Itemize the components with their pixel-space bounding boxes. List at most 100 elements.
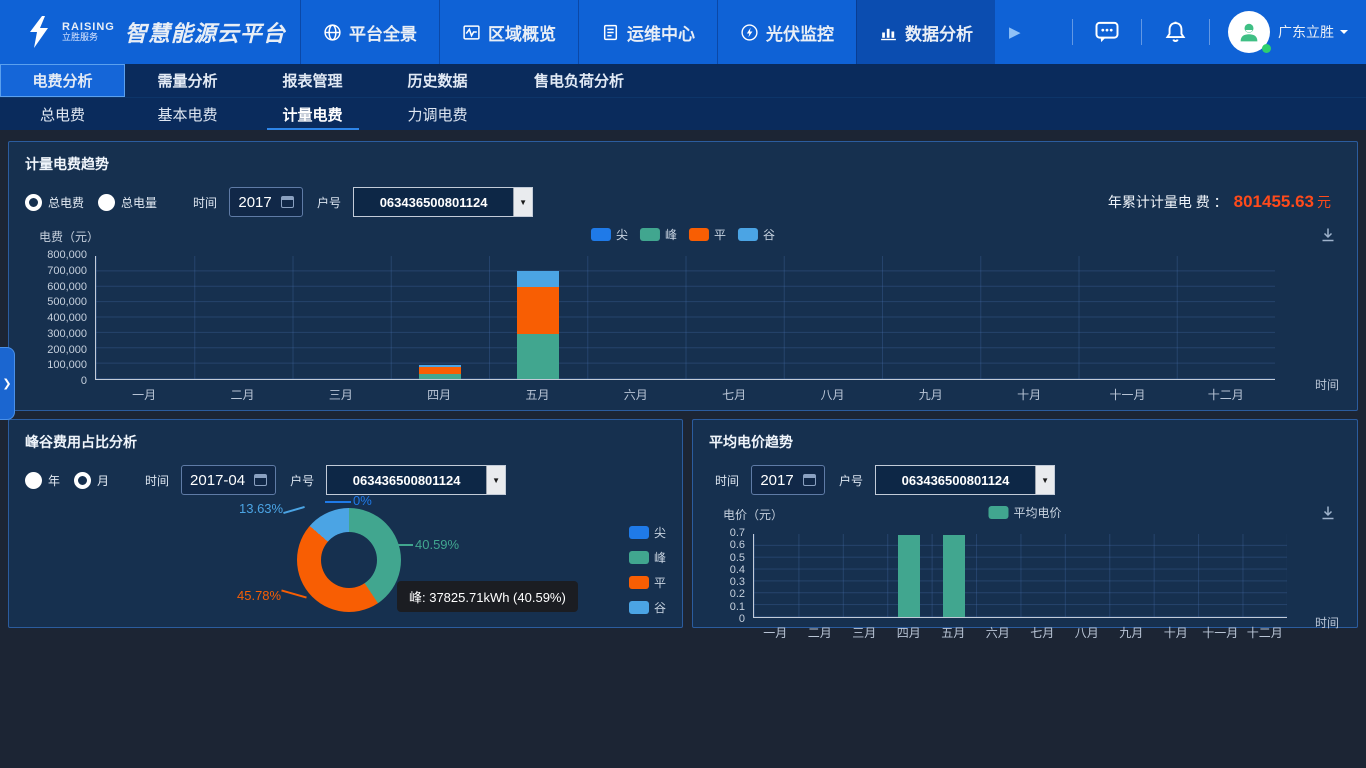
bar[interactable] bbox=[419, 256, 461, 379]
nav-item-ops-center[interactable]: 运维中心 bbox=[578, 0, 717, 64]
nav-item-pv-monitoring[interactable]: 光伏监控 bbox=[717, 0, 856, 64]
bar[interactable] bbox=[1032, 534, 1054, 617]
tab-label: 计量电费 bbox=[282, 104, 342, 125]
tab-history-data[interactable]: 历史数据 bbox=[375, 64, 500, 97]
bar[interactable] bbox=[1254, 534, 1276, 617]
lightning-circle-icon bbox=[740, 23, 759, 42]
legend-label: 尖 bbox=[616, 226, 628, 243]
price-legend: 平均电价 bbox=[988, 504, 1061, 521]
month-picker[interactable]: 2017-04 bbox=[181, 465, 276, 495]
legend-item[interactable]: 峰 bbox=[629, 549, 666, 566]
nav-right-tools: 广东立胜 bbox=[1072, 0, 1366, 64]
tab-power-factor-fee[interactable]: 力调电费 bbox=[375, 98, 500, 130]
bar-slot bbox=[784, 256, 882, 379]
bar[interactable] bbox=[222, 256, 264, 379]
legend-item[interactable]: 平均电价 bbox=[988, 504, 1061, 521]
main-content: 计量电费趋势 总电费 总电量 时间 2017 户号 06343650080112… bbox=[0, 130, 1366, 768]
bar[interactable] bbox=[321, 256, 363, 379]
y-tick-label: 0 bbox=[739, 613, 745, 625]
bar[interactable] bbox=[1165, 534, 1187, 617]
bar[interactable] bbox=[812, 256, 854, 379]
x-axis-unit: 时间 bbox=[1315, 614, 1339, 631]
bar[interactable] bbox=[910, 256, 952, 379]
legend-item[interactable]: 平 bbox=[689, 226, 726, 243]
y-tick-label: 500,000 bbox=[47, 296, 87, 308]
bar[interactable] bbox=[714, 256, 756, 379]
radio-year[interactable] bbox=[25, 472, 42, 489]
month-value: 2017-04 bbox=[190, 472, 245, 489]
leader-line bbox=[387, 544, 413, 546]
tab-basic-fee[interactable]: 基本电费 bbox=[125, 98, 250, 130]
account-select[interactable]: 063436500801124 ▼ bbox=[353, 187, 533, 217]
legend-swatch bbox=[738, 228, 758, 241]
y-tick-label: 0.4 bbox=[730, 564, 745, 576]
bar-slot bbox=[1177, 256, 1275, 379]
dropdown-arrow-icon: ▼ bbox=[513, 188, 532, 216]
bar[interactable] bbox=[1205, 256, 1247, 379]
y-tick-label: 200,000 bbox=[47, 344, 87, 356]
bar[interactable] bbox=[1076, 534, 1098, 617]
donut-chart[interactable] bbox=[297, 508, 401, 612]
year-picker[interactable]: 2017 bbox=[751, 465, 825, 495]
trend-chart-header: 电费（元） 尖峰平谷 bbox=[25, 226, 1341, 246]
bar[interactable] bbox=[810, 534, 832, 617]
bar[interactable] bbox=[854, 534, 876, 617]
tab-fee-analysis[interactable]: 电费分析 bbox=[0, 64, 125, 97]
dropdown-arrow-icon: ▼ bbox=[1035, 466, 1054, 494]
bar[interactable] bbox=[765, 534, 787, 617]
x-tick-label: 六月 bbox=[976, 624, 1021, 641]
legend-item[interactable]: 尖 bbox=[591, 226, 628, 243]
radio-month[interactable] bbox=[74, 472, 91, 489]
avg-price-trend-panel: 平均电价趋势 时间 2017 户号 063436500801124 ▼ 电价（元… bbox=[692, 419, 1358, 628]
radio-total-fee[interactable] bbox=[25, 194, 42, 211]
download-icon[interactable] bbox=[1319, 226, 1337, 244]
bar[interactable] bbox=[1121, 534, 1143, 617]
legend-item[interactable]: 峰 bbox=[640, 226, 677, 243]
bar[interactable] bbox=[124, 256, 166, 379]
tab-sale-load-analysis[interactable]: 售电负荷分析 bbox=[500, 64, 658, 97]
bar[interactable] bbox=[615, 256, 657, 379]
nav-item-region-overview[interactable]: 区域概览 bbox=[439, 0, 578, 64]
price-controls: 时间 2017 户号 063436500801124 ▼ bbox=[709, 464, 1341, 496]
bar[interactable] bbox=[1209, 534, 1231, 617]
tab-label: 力调电费 bbox=[407, 104, 467, 125]
message-button[interactable] bbox=[1073, 18, 1141, 46]
sidebar-expand-handle[interactable]: ❯ bbox=[0, 347, 15, 420]
bar[interactable] bbox=[1107, 256, 1149, 379]
peak-valley-ratio-panel: 峰谷费用占比分析 年 月 时间 2017-04 户号 0634365008011… bbox=[8, 419, 683, 628]
annual-total: 年累计计量电 费 ： 801455.63 元 bbox=[1108, 192, 1341, 212]
tab-metering-fee[interactable]: 计量电费 bbox=[250, 98, 375, 130]
bar[interactable] bbox=[517, 256, 559, 379]
bar-slot bbox=[194, 256, 292, 379]
nav-item-data-analysis[interactable]: 数据分析 bbox=[856, 0, 995, 64]
account-select[interactable]: 063436500801124 ▼ bbox=[875, 465, 1055, 495]
account-select[interactable]: 063436500801124 ▼ bbox=[326, 465, 506, 495]
x-tick-label: 五月 bbox=[488, 386, 586, 403]
bar-slot bbox=[798, 534, 842, 617]
year-picker[interactable]: 2017 bbox=[229, 187, 303, 217]
tab-demand-analysis[interactable]: 需量分析 bbox=[125, 64, 250, 97]
donut-percent-label: 45.78% bbox=[237, 588, 281, 603]
donut-percent-label: 40.59% bbox=[415, 537, 459, 552]
x-tick-label: 一月 bbox=[753, 624, 798, 641]
radio-total-energy[interactable] bbox=[98, 194, 115, 211]
tab-report-management[interactable]: 报表管理 bbox=[250, 64, 375, 97]
bar[interactable] bbox=[1008, 256, 1050, 379]
legend-item[interactable]: 尖 bbox=[629, 524, 666, 541]
legend-item[interactable]: 谷 bbox=[629, 599, 666, 616]
bar[interactable] bbox=[987, 534, 1009, 617]
user-menu[interactable]: 广东立胜 bbox=[1228, 11, 1348, 53]
legend-swatch bbox=[689, 228, 709, 241]
bar[interactable] bbox=[898, 534, 920, 617]
download-icon[interactable] bbox=[1319, 504, 1337, 522]
bar[interactable] bbox=[943, 534, 965, 617]
radio-label: 月 bbox=[97, 472, 109, 489]
pie-controls: 年 月 时间 2017-04 户号 063436500801124 ▼ bbox=[25, 464, 666, 496]
tab-total-fee[interactable]: 总电费 bbox=[0, 98, 125, 130]
nav-item-platform-overview[interactable]: 平台全景 bbox=[300, 0, 439, 64]
nav-expand-arrow-icon[interactable]: ▶ bbox=[995, 0, 1035, 64]
legend-item[interactable]: 谷 bbox=[738, 226, 775, 243]
legend-label: 峰 bbox=[654, 549, 666, 566]
legend-item[interactable]: 平 bbox=[629, 574, 666, 591]
notification-button[interactable] bbox=[1142, 19, 1209, 46]
